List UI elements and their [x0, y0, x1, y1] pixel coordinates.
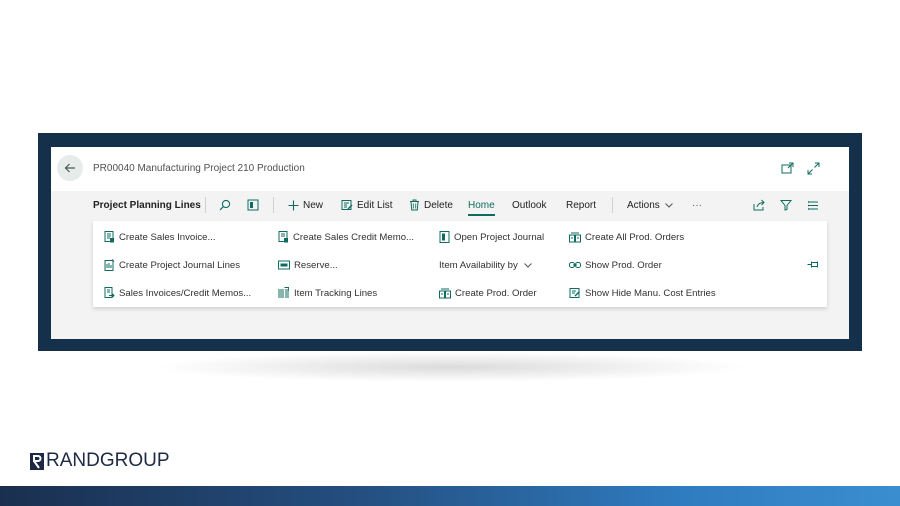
item-availability-by-menu[interactable]: Item Availability by	[439, 257, 533, 273]
action-label: Show Prod. Order	[585, 259, 662, 271]
more-options-button[interactable]: ···	[692, 191, 702, 219]
edit-list-icon	[341, 200, 353, 210]
search-button[interactable]	[219, 191, 235, 219]
action-label: Create Sales Invoice...	[119, 231, 216, 243]
create-sales-invoice-action[interactable]: Create Sales Invoice...	[104, 229, 216, 245]
page-title: PR00040 Manufacturing Project 210 Produc…	[93, 163, 305, 174]
action-label: Show Hide Manu. Cost Entries	[585, 287, 716, 299]
production-order-icon	[439, 288, 451, 298]
action-label: Create Sales Credit Memo...	[293, 231, 415, 243]
plus-icon	[288, 200, 299, 210]
frame-shadow	[150, 352, 750, 382]
filter-button[interactable]	[780, 191, 796, 219]
title-bar: PR00040 Manufacturing Project 210 Produc…	[51, 147, 849, 191]
expand-button[interactable]	[805, 160, 821, 176]
actions-label: Actions	[627, 199, 660, 211]
create-all-prod-orders-action[interactable]: Create All Prod. Orders	[569, 229, 684, 245]
action-label: Create Prod. Order	[455, 287, 537, 299]
open-new-window-button[interactable]	[779, 160, 795, 176]
tab-home[interactable]: Home	[468, 191, 495, 219]
reserve-icon	[278, 260, 290, 270]
divider	[612, 197, 613, 213]
sales-invoices-credit-memos-action[interactable]: Sales Invoices/Credit Memos...	[104, 285, 251, 301]
create-sales-credit-memo-action[interactable]: Create Sales Credit Memo...	[278, 229, 414, 245]
list-view-icon	[247, 199, 259, 211]
invoice-icon	[104, 231, 114, 243]
chevron-down-icon	[664, 203, 673, 208]
delete-label: Delete	[424, 199, 453, 211]
share-button[interactable]	[753, 191, 770, 219]
action-label: Create All Prod. Orders	[585, 231, 685, 243]
action-label: Open Project Journal	[454, 231, 545, 243]
footer-gradient-bar	[0, 486, 900, 506]
journal-lines-icon	[104, 259, 115, 271]
section-label: Project Planning Lines	[93, 199, 201, 211]
actions-menu-button[interactable]: Actions	[627, 191, 674, 219]
divider	[273, 197, 274, 213]
arrow-left-icon	[64, 163, 75, 173]
item-tracking-icon	[278, 287, 289, 298]
journal-icon	[439, 231, 450, 243]
action-label: Item Tracking Lines	[294, 287, 378, 299]
filter-icon	[780, 200, 792, 211]
action-bar: Project Planning Lines New Edit List Del…	[51, 191, 849, 219]
action-label: Sales Invoices/Credit Memos...	[119, 287, 252, 299]
action-label: Create Project Journal Lines	[119, 259, 241, 271]
expand-icon	[807, 162, 819, 174]
logo-mark-icon	[30, 452, 44, 470]
search-icon	[219, 199, 231, 211]
item-tracking-lines-action[interactable]: Item Tracking Lines	[278, 285, 377, 301]
pin-button[interactable]	[807, 256, 824, 272]
action-label: Reserve...	[294, 259, 338, 271]
divider	[205, 197, 206, 213]
new-button[interactable]: New	[288, 191, 323, 219]
show-prod-order-action[interactable]: Show Prod. Order	[569, 257, 662, 273]
randgroup-logo: RANDGROUP	[30, 450, 170, 471]
action-label: Item Availability by	[439, 259, 518, 271]
pin-icon	[807, 261, 818, 267]
edit-list-label: Edit List	[357, 199, 393, 211]
credit-memo-icon	[278, 231, 288, 243]
show-hide-manu-cost-entries-action[interactable]: Show Hide Manu. Cost Entries	[569, 285, 716, 301]
tab-outlook[interactable]: Outlook	[512, 191, 546, 219]
trash-icon	[410, 199, 419, 211]
tab-report[interactable]: Report	[566, 191, 596, 219]
edit-entries-icon	[569, 288, 580, 298]
chevron-down-icon	[523, 263, 532, 268]
list-options-button[interactable]	[807, 191, 823, 219]
back-button[interactable]	[57, 155, 83, 181]
logo-text: RANDGROUP	[46, 450, 170, 471]
delete-button[interactable]: Delete	[409, 191, 453, 219]
reserve-action[interactable]: Reserve...	[278, 257, 338, 273]
home-actions-panel: Create Sales Invoice... Create Project J…	[93, 221, 827, 307]
create-prod-order-action[interactable]: Create Prod. Order	[439, 285, 537, 301]
open-project-journal-action[interactable]: Open Project Journal	[439, 229, 544, 245]
bc-page-window: PR00040 Manufacturing Project 210 Produc…	[51, 147, 849, 339]
production-orders-icon	[569, 232, 581, 242]
share-icon	[753, 199, 765, 211]
create-project-journal-lines-action[interactable]: Create Project Journal Lines	[104, 257, 240, 273]
list-icon	[808, 200, 818, 210]
open-new-window-icon	[781, 162, 793, 173]
link-icon	[569, 262, 581, 268]
new-label: New	[303, 199, 324, 211]
show-list-button[interactable]	[247, 191, 263, 219]
edit-list-button[interactable]: Edit List	[341, 191, 393, 219]
documents-icon	[104, 287, 115, 298]
